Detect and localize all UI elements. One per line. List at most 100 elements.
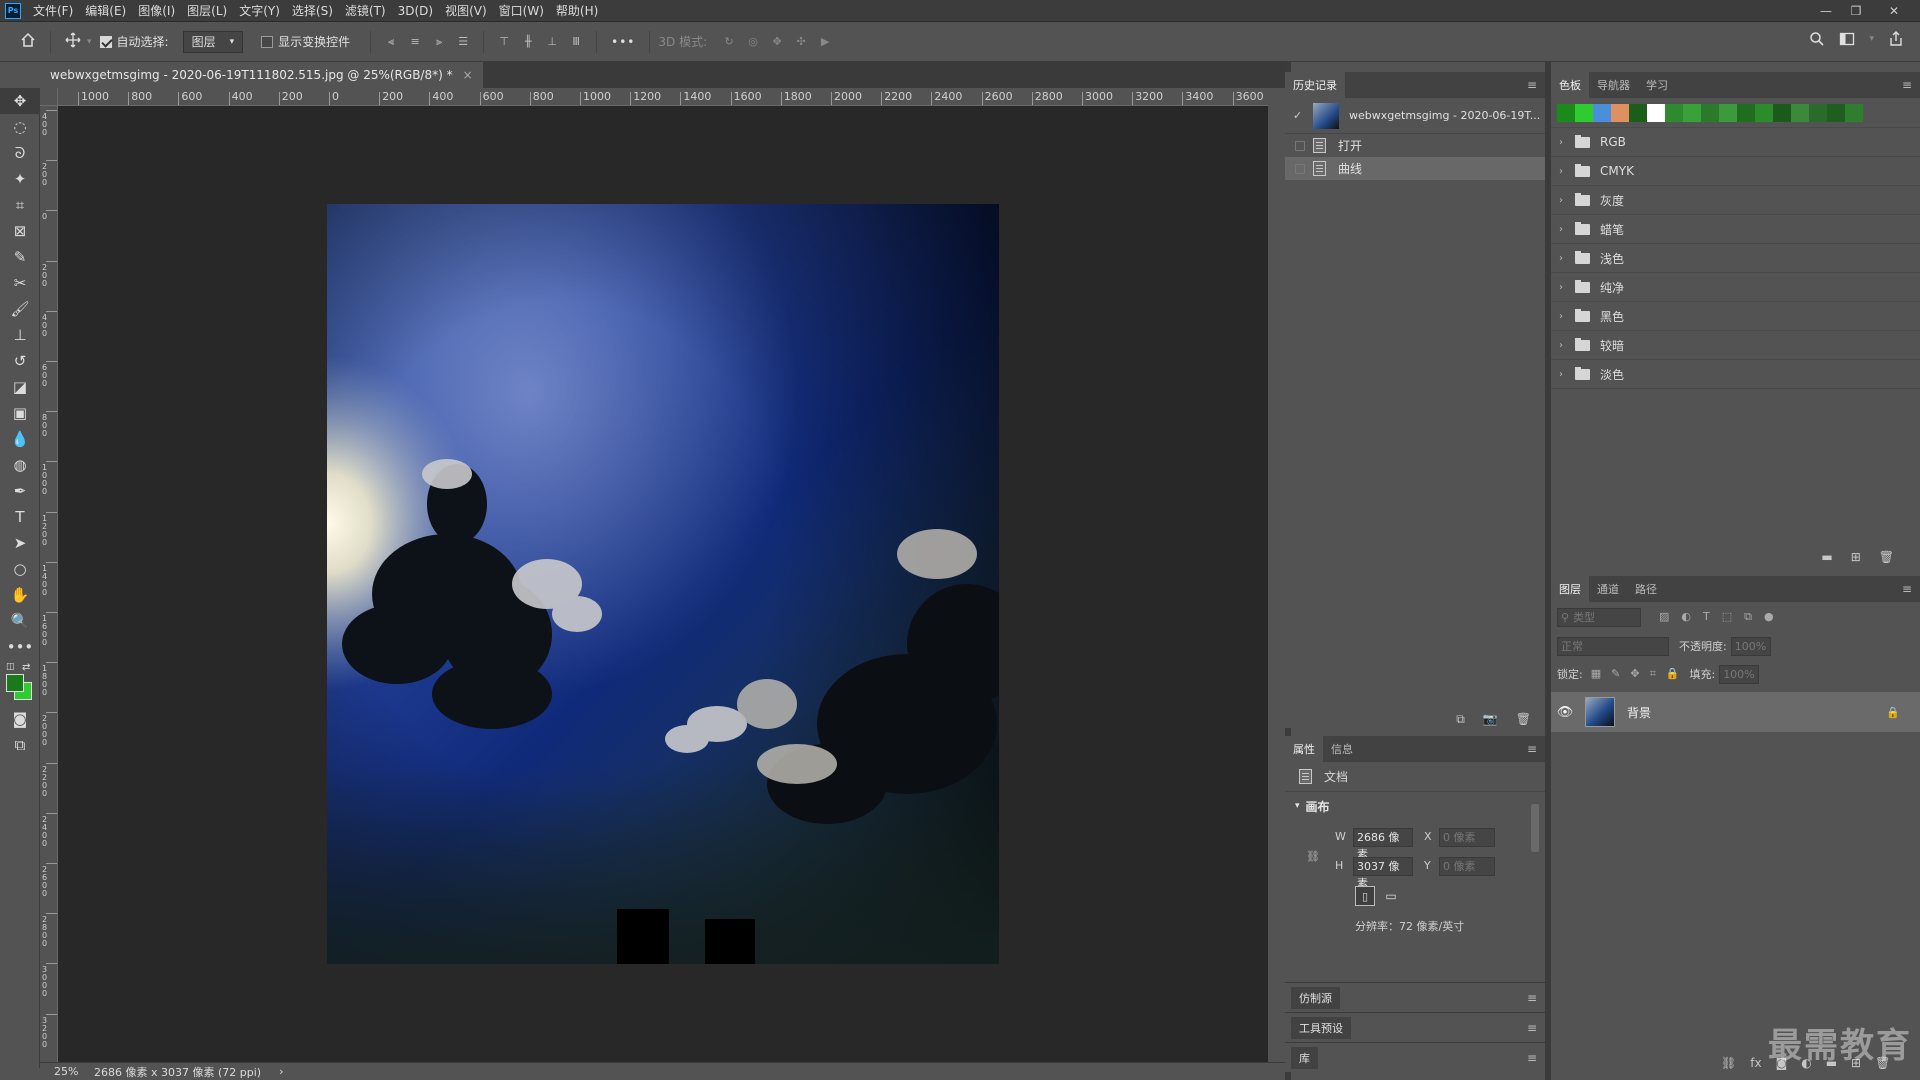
search-icon[interactable] (1809, 31, 1825, 47)
3d-orbit-icon[interactable]: ↻ (721, 34, 737, 50)
link-layers-icon[interactable]: ⛓ (1721, 1056, 1736, 1070)
width-field[interactable]: 2686 像素 (1353, 828, 1413, 861)
recent-color-swatch[interactable] (1809, 103, 1827, 122)
marquee-tool-icon[interactable]: ◌ (0, 114, 40, 140)
panel-menu-icon[interactable]: ≡ (1902, 78, 1912, 92)
tab-tool-presets[interactable]: 工具预设 (1291, 1016, 1351, 1039)
chevron-right-icon[interactable]: › (1559, 311, 1567, 322)
tab-learn[interactable]: 学习 (1638, 72, 1676, 98)
swatch-group[interactable]: › 浅色 (1551, 244, 1920, 273)
status-info-menu-icon[interactable]: › (279, 1065, 283, 1078)
quick-mask-icon[interactable]: ◙ (0, 706, 40, 732)
fx-icon[interactable]: fx (1750, 1056, 1761, 1070)
recent-color-swatch[interactable] (1647, 103, 1665, 122)
chevron-right-icon[interactable]: › (1559, 369, 1567, 380)
recent-color-swatch[interactable] (1683, 103, 1701, 122)
pen-tool-icon[interactable]: ✒ (0, 478, 40, 504)
menu-item[interactable]: 编辑(E) (79, 0, 132, 22)
lock-pixels-icon[interactable]: ✎ (1611, 667, 1620, 681)
menu-item[interactable]: 文件(F) (27, 0, 79, 22)
more-options-button[interactable]: ••• (611, 35, 635, 49)
tab-channels[interactable]: 通道 (1589, 576, 1627, 602)
menu-item[interactable]: 文字(Y) (233, 0, 286, 22)
tab-history[interactable]: 历史记录 (1285, 72, 1345, 98)
recent-color-swatch[interactable] (1773, 103, 1791, 122)
layer-row[interactable]: 👁 背景 🔒 (1551, 692, 1920, 732)
lock-icon[interactable]: 🔒 (1886, 706, 1900, 719)
chevron-right-icon[interactable]: › (1559, 166, 1567, 177)
swatch-group[interactable]: › 蜡笔 (1551, 215, 1920, 244)
lock-transparency-icon[interactable]: ▦ (1591, 667, 1601, 681)
panel-menu-icon[interactable]: ≡ (1902, 582, 1912, 596)
history-source-checkbox[interactable] (1295, 163, 1305, 174)
workspace-icon[interactable] (1839, 31, 1855, 47)
menu-item[interactable]: 帮助(H) (550, 0, 604, 22)
eyedropper-tool-icon[interactable]: ✎ (0, 244, 40, 270)
menu-item[interactable]: 选择(S) (286, 0, 339, 22)
recent-color-swatch[interactable] (1791, 103, 1809, 122)
filter-type-icon[interactable]: T (1703, 610, 1710, 624)
new-swatch-icon[interactable]: ⊞ (1851, 550, 1861, 564)
link-icon[interactable]: ⛓ (1306, 850, 1320, 863)
chevron-right-icon[interactable]: › (1559, 195, 1567, 206)
menu-item[interactable]: 图层(L) (181, 0, 233, 22)
recent-color-swatch[interactable] (1665, 103, 1683, 122)
panel-menu-icon[interactable]: ≡ (1527, 991, 1537, 1005)
align-bottom-icon[interactable]: ⊥ (544, 34, 560, 50)
filter-adjustment-icon[interactable]: ◐ (1681, 610, 1691, 624)
panel-menu-icon[interactable]: ≡ (1527, 1051, 1537, 1065)
blur-tool-icon[interactable]: 💧 (0, 426, 40, 452)
height-field[interactable]: 3037 像素 (1353, 857, 1413, 890)
path-selection-tool-icon[interactable]: ➤ (0, 530, 40, 556)
recent-color-swatch[interactable] (1719, 103, 1737, 122)
menu-item[interactable]: 3D(D) (392, 0, 439, 22)
canvas-section-header[interactable]: ▾ 画布 (1285, 792, 1545, 820)
blend-mode-dropdown[interactable]: 正常 (1557, 636, 1669, 656)
chevron-right-icon[interactable]: › (1559, 340, 1567, 351)
crop-tool-icon[interactable]: ⌗ (0, 192, 40, 218)
menu-item[interactable]: 窗口(W) (493, 0, 550, 22)
align-center-h-icon[interactable]: ≡ (407, 34, 423, 50)
tab-layers[interactable]: 图层 (1551, 576, 1589, 602)
layer-filter-dropdown[interactable]: ⚲ 类型 (1557, 607, 1641, 627)
3d-slide-icon[interactable]: ✣ (793, 34, 809, 50)
recent-color-swatch[interactable] (1629, 103, 1647, 122)
clone-stamp-tool-icon[interactable]: ⊥ (0, 322, 40, 348)
y-field[interactable]: 0 像素 (1439, 857, 1495, 876)
history-step[interactable]: 曲线 (1285, 157, 1545, 180)
panel-menu-icon[interactable]: ≡ (1527, 78, 1537, 92)
distribute-h-icon[interactable]: Ⅲ (568, 34, 584, 50)
more-tools-icon[interactable]: ••• (0, 634, 40, 660)
recent-color-swatch[interactable] (1827, 103, 1845, 122)
move-tool-preset-icon[interactable] (65, 32, 81, 52)
healing-brush-tool-icon[interactable]: ✂ (0, 270, 40, 296)
filter-toggle-icon[interactable]: ● (1764, 610, 1774, 624)
3d-pan-icon[interactable]: ✥ (769, 34, 785, 50)
home-icon[interactable] (20, 32, 36, 52)
layer-name[interactable]: 背景 (1627, 704, 1886, 721)
lasso-tool-icon[interactable]: ᘐ (0, 140, 40, 166)
tab-info[interactable]: 信息 (1323, 736, 1361, 762)
menu-item[interactable]: 图像(I) (132, 0, 181, 22)
3d-scale-icon[interactable]: ▶ (817, 34, 833, 50)
tab-libraries[interactable]: 库 (1291, 1046, 1318, 1069)
recent-color-swatch[interactable] (1845, 103, 1863, 122)
tab-paths[interactable]: 路径 (1627, 576, 1665, 602)
filter-smart-object-icon[interactable]: ⧉ (1744, 610, 1752, 624)
align-left-icon[interactable]: ⫷ (383, 34, 399, 50)
brush-tool-icon[interactable]: 🖌 (0, 296, 40, 322)
auto-select-target-dropdown[interactable]: 图层 ▾ (182, 30, 244, 53)
ruler-origin[interactable] (40, 88, 58, 106)
properties-scrollbar[interactable] (1531, 804, 1539, 852)
chevron-right-icon[interactable]: › (1559, 282, 1567, 293)
panel-menu-icon[interactable]: ≡ (1527, 1021, 1537, 1035)
swatch-group[interactable]: › 较暗 (1551, 331, 1920, 360)
hand-tool-icon[interactable]: ✋ (0, 582, 40, 608)
recent-color-swatch[interactable] (1611, 103, 1629, 122)
recent-color-swatch[interactable] (1593, 103, 1611, 122)
align-top-icon[interactable]: ⊤ (496, 34, 512, 50)
align-right-icon[interactable]: ⫸ (431, 34, 447, 50)
magic-wand-tool-icon[interactable]: ✦ (0, 166, 40, 192)
tab-swatches[interactable]: 色板 (1551, 72, 1589, 98)
history-source-checkbox[interactable] (1295, 140, 1305, 151)
